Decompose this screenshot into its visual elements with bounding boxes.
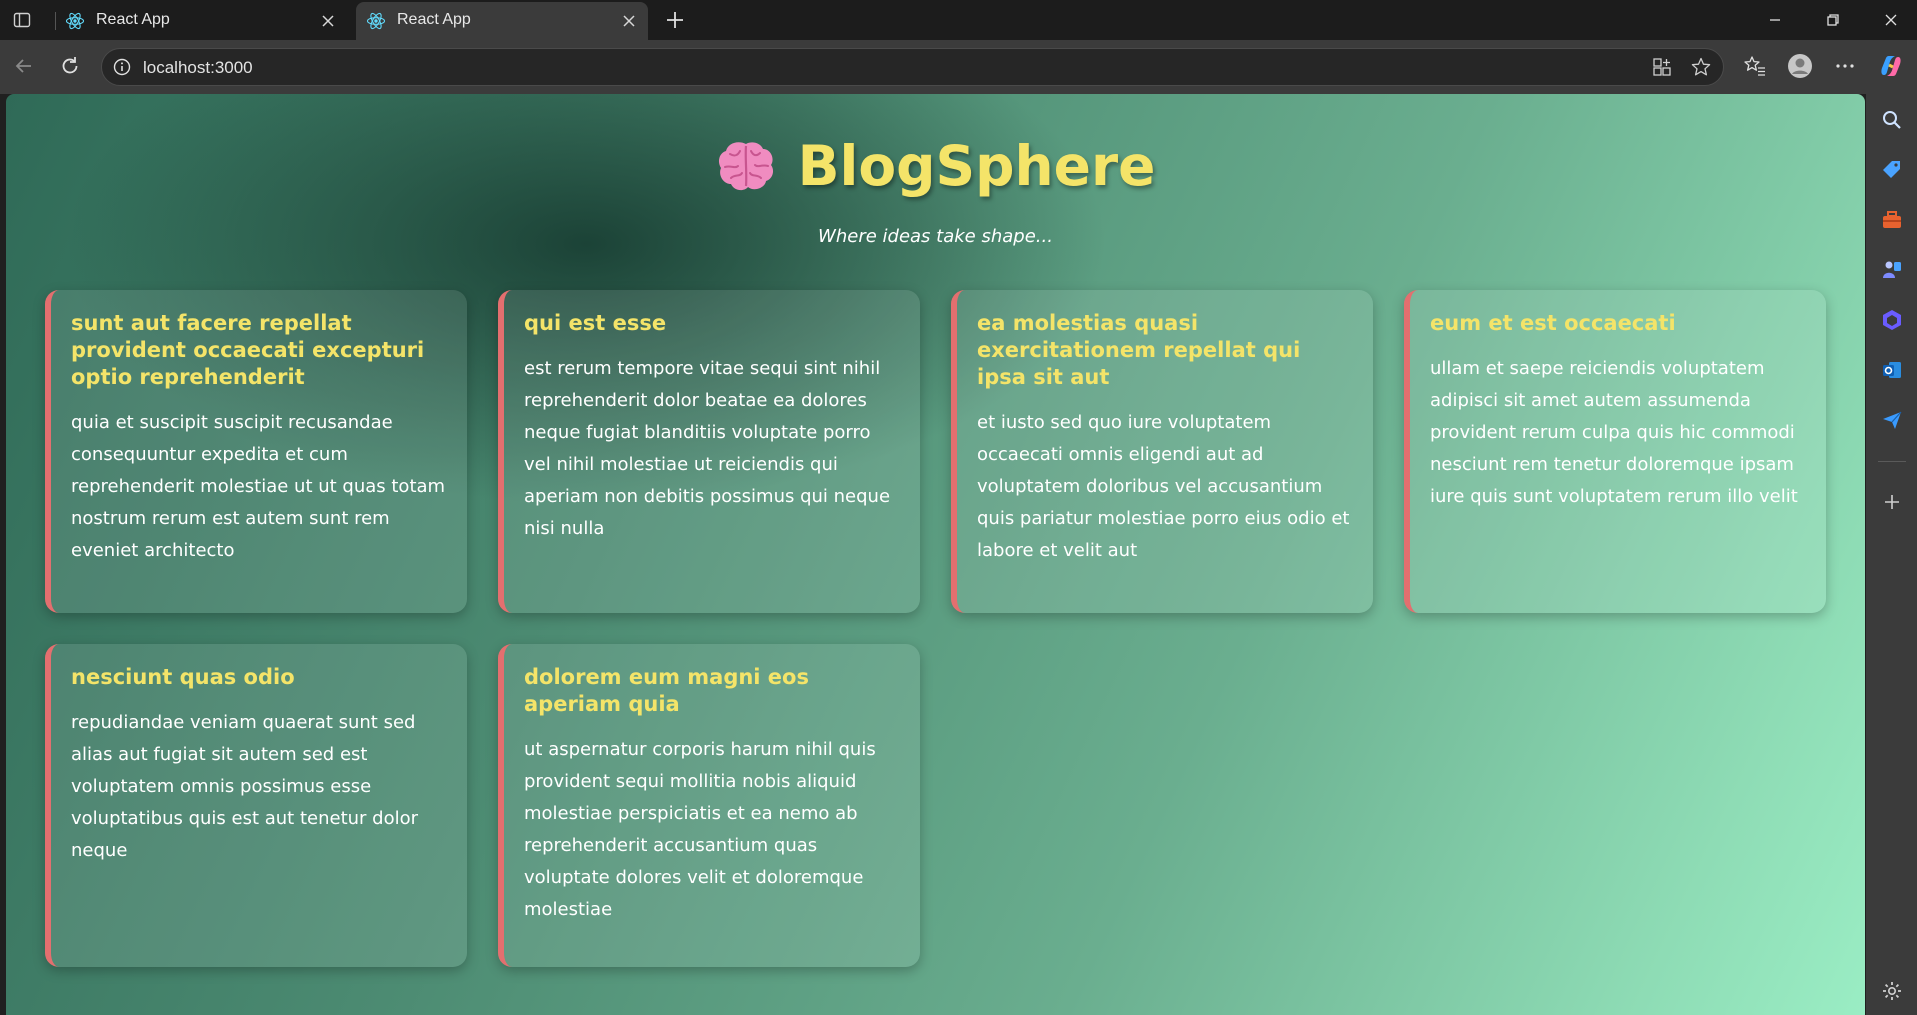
- post-body: quia et suscipit suscipit recusandae con…: [71, 412, 446, 561]
- page-viewport: BlogSphere Where ideas take shape... sun…: [6, 94, 1865, 1015]
- more-menu-icon[interactable]: [1832, 53, 1858, 79]
- tab-title: React App: [96, 11, 170, 28]
- brain-icon: [718, 142, 773, 191]
- games-icon[interactable]: [1880, 258, 1904, 282]
- app-install-icon[interactable]: [1651, 56, 1673, 78]
- tab-title: React App: [397, 11, 471, 28]
- tab-strip: React App React App: [0, 0, 1917, 40]
- close-window-icon[interactable]: [1879, 8, 1903, 32]
- settings-gear-icon[interactable]: [1880, 979, 1904, 1003]
- address-bar[interactable]: localhost:3000: [101, 48, 1724, 86]
- microsoft-365-icon[interactable]: [1880, 308, 1904, 332]
- shopping-tag-icon[interactable]: [1880, 158, 1904, 182]
- new-tab-icon[interactable]: [663, 8, 687, 32]
- site-header: BlogSphere: [6, 134, 1865, 198]
- back-icon[interactable]: [11, 53, 37, 79]
- rail-divider: [1878, 461, 1906, 462]
- posts-grid: sunt aut facere repellat provident occae…: [45, 290, 1831, 967]
- browser-toolbar: localhost:3000: [0, 40, 1917, 94]
- add-icon[interactable]: [1880, 490, 1904, 514]
- post-title: nesciunt quas odio: [71, 665, 295, 689]
- react-icon: [366, 12, 386, 30]
- post-card[interactable]: dolorem eum magni eos aperiam quia ut as…: [498, 644, 920, 967]
- react-icon: [65, 12, 85, 30]
- send-icon[interactable]: [1880, 408, 1904, 432]
- url-text[interactable]: localhost:3000: [143, 58, 253, 78]
- site-title-text: BlogSphere: [797, 134, 1156, 198]
- post-card[interactable]: nesciunt quas odio repudiandae veniam qu…: [45, 644, 467, 967]
- post-title: qui est esse: [524, 311, 667, 335]
- restore-icon[interactable]: [1821, 8, 1845, 32]
- edge-sidebar: [1866, 94, 1917, 1015]
- post-body: et iusto sed quo iure voluptatem occaeca…: [977, 412, 1350, 561]
- post-title: eum et est occaecati: [1430, 311, 1676, 335]
- post-title: ea molestias quasi exercitationem repell…: [977, 311, 1301, 389]
- post-title: dolorem eum magni eos aperiam quia: [524, 665, 809, 716]
- post-title: sunt aut facere repellat provident occae…: [71, 311, 425, 389]
- close-icon[interactable]: [319, 12, 337, 30]
- search-icon[interactable]: [1880, 108, 1904, 132]
- post-body: ut aspernatur corporis harum nihil quis …: [524, 739, 876, 920]
- post-card[interactable]: sunt aut facere repellat provident occae…: [45, 290, 467, 613]
- minimize-icon[interactable]: [1763, 8, 1787, 32]
- outlook-icon[interactable]: [1880, 358, 1904, 382]
- site-tagline: Where ideas take shape...: [818, 226, 1053, 247]
- favorite-star-icon[interactable]: [1690, 56, 1712, 78]
- refresh-icon[interactable]: [57, 53, 83, 79]
- post-card[interactable]: ea molestias quasi exercitationem repell…: [951, 290, 1373, 613]
- post-body: ullam et saepe reiciendis voluptatem adi…: [1430, 358, 1798, 507]
- close-icon[interactable]: [620, 12, 638, 30]
- post-card[interactable]: eum et est occaecati ullam et saepe reic…: [1404, 290, 1826, 613]
- profile-avatar-icon[interactable]: [1787, 53, 1813, 79]
- tab-react-app-1[interactable]: React App: [55, 2, 347, 40]
- copilot-icon[interactable]: [1878, 53, 1904, 79]
- sidebar-toggle-icon[interactable]: [12, 10, 32, 30]
- site-info-icon[interactable]: [112, 57, 132, 77]
- favorites-icon[interactable]: [1742, 53, 1768, 79]
- site-title: BlogSphere: [716, 134, 1156, 198]
- post-card[interactable]: qui est esse est rerum tempore vitae seq…: [498, 290, 920, 613]
- tab-react-app-2[interactable]: React App: [356, 2, 648, 40]
- post-body: est rerum tempore vitae sequi sint nihil…: [524, 358, 891, 539]
- toolbox-icon[interactable]: [1880, 208, 1904, 232]
- post-body: repudiandae veniam quaerat sunt sed alia…: [71, 712, 419, 861]
